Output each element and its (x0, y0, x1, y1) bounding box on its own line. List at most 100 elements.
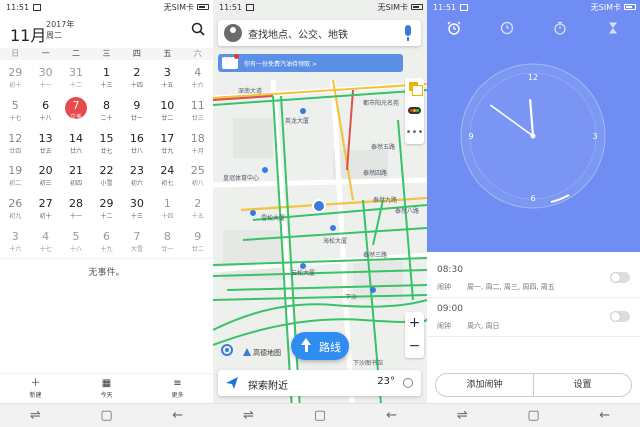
day-cell[interactable]: 22 小雪 (91, 160, 121, 193)
today-label: 今天 (100, 392, 113, 399)
day-cell[interactable]: 2 十五 (183, 193, 213, 226)
back-nav-icon[interactable]: ← (599, 409, 610, 422)
system-nav-bar: ⇌ ▢ ← (427, 403, 640, 427)
day-number: 16 (129, 131, 144, 145)
lunar-date: 廿六 (70, 147, 83, 155)
day-cell[interactable]: 10 廿二 (152, 95, 182, 128)
day-cell[interactable]: 9 廿二 (183, 226, 213, 259)
lunar-date: 廿七 (100, 147, 113, 155)
day-cell[interactable]: 9 廿一 (122, 95, 152, 128)
day-cell[interactable]: 6 十八 (30, 95, 60, 128)
route-button[interactable]: 路线 (291, 332, 349, 360)
day-cell[interactable]: 3 十五 (152, 62, 182, 95)
day-number: 26 (8, 197, 23, 211)
day-cell-today[interactable]: 7 立冬 (61, 95, 91, 128)
day-number: 10 (160, 98, 175, 112)
day-cell[interactable]: 21 初四 (61, 160, 91, 193)
day-cell[interactable]: 7 大雪 (122, 226, 152, 259)
zoom-in-button[interactable]: + (405, 312, 424, 335)
day-cell[interactable]: 30 十一 (30, 62, 60, 95)
more-button[interactable]: ≡ 更多 (158, 378, 198, 399)
week-row: 12 廿四 13 廿五 14 廿六 15 廿七 16 廿八 17 廿九 18 十月 (0, 128, 213, 161)
day-cell[interactable]: 13 廿五 (30, 128, 60, 161)
search-input[interactable]: 查找地点、公交、地铁 (248, 26, 348, 41)
alarm-clock-icon[interactable] (447, 21, 461, 35)
menu-nav-icon[interactable]: ⇌ (243, 409, 254, 422)
day-cell[interactable]: 11 廿三 (183, 95, 213, 128)
day-cell[interactable]: 30 十三 (122, 193, 152, 226)
microphone-icon[interactable] (405, 25, 411, 41)
day-cell[interactable]: 29 十二 (91, 193, 121, 226)
home-nav-icon[interactable]: ▢ (527, 409, 539, 422)
day-cell[interactable]: 14 廿六 (61, 128, 91, 161)
day-cell[interactable]: 5 十八 (61, 226, 91, 259)
add-alarm-button[interactable]: 添加闹钟 (436, 374, 534, 396)
weekday-header: 日一二三四五六 (0, 48, 213, 60)
lunar-date: 十五 (191, 213, 204, 221)
status-sim: 无SIM卡 (377, 2, 408, 12)
timer-icon[interactable] (606, 21, 620, 35)
day-number: 5 (11, 98, 19, 112)
day-cell[interactable]: 3 十六 (0, 226, 30, 259)
day-cell[interactable]: 20 初三 (30, 160, 60, 193)
day-cell[interactable]: 24 初七 (152, 160, 182, 193)
day-cell[interactable]: 25 初八 (183, 160, 213, 193)
map-search-bar[interactable]: 查找地点、公交、地铁 (218, 20, 421, 46)
promo-banner[interactable]: 你有一份免费汽油待领取 > (218, 53, 403, 72)
explore-nearby-bar[interactable]: 探索附近 23° (218, 370, 421, 396)
day-cell[interactable]: 4 十七 (30, 226, 60, 259)
day-cell[interactable]: 6 十九 (91, 226, 121, 259)
day-cell[interactable]: 18 十月 (183, 128, 213, 161)
day-cell[interactable]: 8 廿一 (152, 226, 182, 259)
menu-nav-icon[interactable]: ⇌ (30, 409, 41, 422)
analog-clock: 12 3 6 9 (460, 63, 606, 209)
day-number: 4 (42, 229, 50, 243)
day-number: 24 (160, 164, 175, 178)
home-nav-icon[interactable]: ▢ (314, 409, 326, 422)
day-cell[interactable]: 5 十七 (0, 95, 30, 128)
avatar[interactable] (224, 24, 242, 42)
day-cell[interactable]: 4 十六 (183, 62, 213, 95)
new-event-button[interactable]: ＋ 新建 (16, 378, 56, 399)
alarm-item[interactable]: 09:00 闹钟 周六, 周日 (427, 297, 640, 337)
back-nav-icon[interactable]: ← (386, 409, 397, 422)
home-nav-icon[interactable]: ▢ (100, 409, 112, 422)
calendar-screen: 11:51 无SIM卡 11月 2017年 周二 日一二三四五六 29 初十 30 十… (0, 0, 213, 427)
today-button[interactable]: ▦ 今天 (87, 378, 127, 399)
day-cell[interactable]: 26 初九 (0, 193, 30, 226)
day-cell[interactable]: 19 初二 (0, 160, 30, 193)
alarm-toggle[interactable] (610, 272, 630, 283)
day-cell[interactable]: 16 廿八 (122, 128, 152, 161)
traffic-icon[interactable] (405, 100, 424, 122)
status-time: 11:51 (6, 2, 30, 12)
status-sim: 无SIM卡 (590, 2, 621, 12)
alarm-toggle[interactable] (610, 311, 630, 322)
day-cell[interactable]: 8 二十 (91, 95, 121, 128)
menu-nav-icon[interactable]: ⇌ (457, 409, 468, 422)
search-icon[interactable] (191, 22, 205, 36)
day-cell[interactable]: 29 初十 (0, 62, 30, 95)
day-number: 4 (194, 66, 202, 79)
day-cell[interactable]: 2 十四 (122, 62, 152, 95)
more-dots-icon[interactable]: ••• (405, 122, 424, 144)
lunar-date: 廿一 (130, 114, 143, 122)
day-cell[interactable]: 28 十一 (61, 193, 91, 226)
week-row: 29 初十 30 十一 31 十二 1 十三 2 十四 3 十五 4 十六 (0, 62, 213, 95)
day-cell[interactable]: 12 廿四 (0, 128, 30, 161)
day-cell[interactable]: 17 廿九 (152, 128, 182, 161)
day-cell[interactable]: 31 十二 (61, 62, 91, 95)
back-nav-icon[interactable]: ← (172, 409, 183, 422)
stopwatch-icon[interactable] (553, 21, 567, 35)
alarm-item[interactable]: 08:30 闹钟 周一, 周二, 周三, 周四, 周五 (427, 258, 640, 298)
world-clock-icon[interactable] (500, 21, 514, 35)
settings-button[interactable]: 设置 (534, 374, 631, 396)
day-cell[interactable]: 1 十三 (91, 62, 121, 95)
day-cell[interactable]: 15 廿七 (91, 128, 121, 161)
month-title[interactable]: 11月 (10, 22, 46, 46)
day-cell[interactable]: 1 十四 (152, 193, 182, 226)
day-cell[interactable]: 27 初十 (30, 193, 60, 226)
layers-icon[interactable] (405, 78, 424, 100)
zoom-out-button[interactable]: − (405, 335, 424, 358)
locate-icon[interactable] (221, 344, 233, 356)
day-cell[interactable]: 23 初六 (122, 160, 152, 193)
